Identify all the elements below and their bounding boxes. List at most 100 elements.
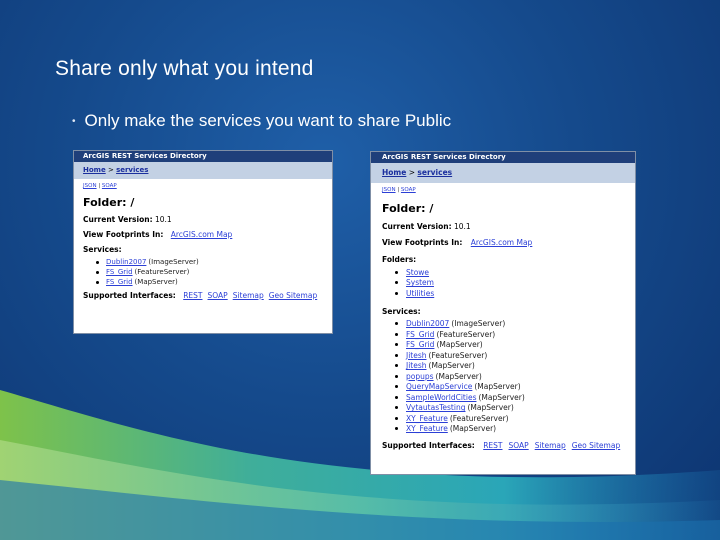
bullet-icon (395, 281, 398, 285)
service-type: (ImageServer) (148, 258, 199, 266)
services-directory-public: ArcGIS REST Services Directory Home > se… (73, 150, 333, 334)
service-item: FS_Grid (MapServer) (96, 277, 332, 287)
supported-interfaces: Supported Interfaces: REST SOAP Sitemap Geo… (74, 291, 332, 300)
directory-header: ArcGIS REST Services Directory (74, 151, 332, 162)
service-type: (ImageServer) (451, 319, 506, 329)
json-link[interactable]: JSON (382, 187, 396, 193)
service-item: XY_Feature (MapServer) (395, 424, 635, 435)
services-label: Services: (382, 306, 421, 316)
interface-link[interactable]: Geo Sitemap (269, 291, 317, 300)
current-version-label: Current Version: (382, 222, 452, 231)
current-version: Current Version: 10.1 (371, 222, 635, 231)
service-item: Jitesh (FeatureServer) (395, 350, 635, 361)
folder-heading: Folder: / (83, 196, 135, 209)
service-type: (FeatureServer) (134, 268, 190, 276)
service-link[interactable]: FS_Grid (106, 268, 133, 276)
service-link[interactable]: SampleWorldCities (406, 393, 476, 402)
format-links: JSON | SOAP (371, 187, 635, 193)
interface-link[interactable]: SOAP (208, 291, 228, 300)
service-type: (MapServer) (134, 278, 178, 286)
folder-link[interactable]: System (406, 278, 434, 287)
folders-list: Stowe System Utilities (371, 267, 635, 299)
service-item: popups (MapServer) (395, 371, 635, 382)
bullet-icon (96, 260, 99, 264)
interface-link[interactable]: REST (483, 441, 502, 450)
bullet-icon (395, 343, 398, 347)
interface-link[interactable]: SOAP (509, 441, 529, 450)
interface-link[interactable]: Sitemap (535, 441, 566, 450)
service-type: (FeatureServer) (428, 350, 488, 360)
current-version-value: 10.1 (453, 222, 471, 231)
slide-title: Share only what you intend (55, 57, 314, 80)
view-footprints: View Footprints In: ArcGIS.com Map (74, 230, 332, 239)
services-directory-all: ArcGIS REST Services Directory Home > se… (370, 151, 636, 475)
service-type: (FeatureServer) (436, 329, 496, 339)
bullet-icon (395, 406, 398, 410)
bullet-icon (395, 416, 398, 420)
soap-link[interactable]: SOAP (102, 183, 117, 189)
service-link[interactable]: Jitesh (406, 361, 427, 370)
service-link[interactable]: Jitesh (406, 351, 427, 360)
slide-bullet: • Only make the services you want to sha… (72, 111, 451, 131)
service-type: (MapServer) (435, 371, 482, 381)
folder-item: Stowe (395, 267, 635, 278)
format-separator: | (397, 187, 400, 193)
service-link[interactable]: FS_Grid (106, 278, 133, 286)
folder-item: Utilities (395, 288, 635, 299)
bullet-icon (395, 332, 398, 336)
arcgis-map-link[interactable]: ArcGIS.com Map (471, 238, 533, 247)
service-item: FS_Grid (FeatureServer) (395, 329, 635, 340)
folder-heading: Folder: / (382, 202, 434, 215)
service-link[interactable]: XY_Feature (406, 424, 448, 433)
service-link[interactable]: FS_Grid (406, 340, 434, 349)
bullet-text: Only make the services you want to share… (84, 111, 452, 130)
soap-link[interactable]: SOAP (401, 187, 416, 193)
folder-link[interactable]: Utilities (406, 289, 434, 298)
service-type: (MapServer) (428, 361, 475, 371)
current-version-label: Current Version: (83, 215, 153, 224)
breadcrumb-services-link[interactable]: services (417, 168, 452, 177)
bullet-dot-icon: • (72, 115, 76, 127)
service-link[interactable]: VytautasTesting (406, 403, 465, 412)
services-label: Services: (83, 245, 122, 254)
arcgis-map-link[interactable]: ArcGIS.com Map (171, 230, 233, 239)
bullet-icon (96, 280, 99, 284)
service-item: FS_Grid (FeatureServer) (96, 267, 332, 277)
interface-link[interactable]: Sitemap (233, 291, 264, 300)
format-links: JSON | SOAP (74, 183, 332, 189)
service-link[interactable]: Dublin2007 (106, 258, 146, 266)
bullet-icon (395, 395, 398, 399)
interface-link[interactable]: REST (183, 291, 202, 300)
folder-link[interactable]: Stowe (406, 268, 429, 277)
service-type: (MapServer) (436, 340, 483, 350)
bullet-icon (395, 385, 398, 389)
folders-label: Folders: (382, 255, 417, 264)
interfaces-label: Supported Interfaces: (382, 441, 475, 450)
service-type: (MapServer) (449, 424, 497, 434)
service-item: Jitesh (MapServer) (395, 361, 635, 372)
breadcrumb-services-link[interactable]: services (116, 166, 148, 174)
service-link[interactable]: Dublin2007 (406, 319, 449, 328)
service-link[interactable]: popups (406, 372, 434, 381)
service-type: (FeatureServer) (449, 413, 509, 423)
format-separator: | (98, 183, 101, 189)
footprints-label: View Footprints In: (83, 230, 164, 239)
breadcrumb-home-link[interactable]: Home (83, 166, 106, 174)
bullet-icon (395, 364, 398, 368)
service-item: XY_Feature (FeatureServer) (395, 413, 635, 424)
service-link[interactable]: XY_Feature (406, 414, 448, 423)
service-item: QueryMapService (MapServer) (395, 382, 635, 393)
service-item: SampleWorldCities (MapServer) (395, 392, 635, 403)
service-item: Dublin2007 (ImageServer) (96, 257, 332, 267)
json-link[interactable]: JSON (83, 183, 97, 189)
interface-link[interactable]: Geo Sitemap (572, 441, 620, 450)
service-item: FS_Grid (MapServer) (395, 340, 635, 351)
service-link[interactable]: FS_Grid (406, 330, 434, 339)
view-footprints: View Footprints In: ArcGIS.com Map (371, 238, 635, 247)
breadcrumb-home-link[interactable]: Home (382, 168, 406, 177)
interfaces-label: Supported Interfaces: (83, 291, 176, 300)
current-version: Current Version: 10.1 (74, 215, 332, 224)
services-list: Dublin2007 (ImageServer) FS_Grid (FeatureSe… (74, 257, 332, 287)
bullet-icon (96, 270, 99, 274)
service-link[interactable]: QueryMapService (406, 382, 472, 391)
